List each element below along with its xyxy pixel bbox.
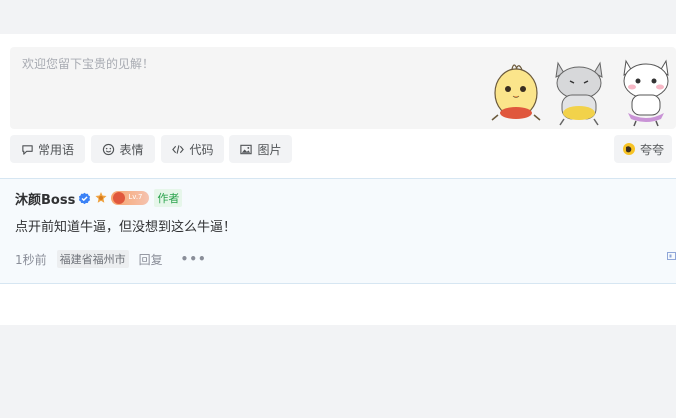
praise-icon: [622, 143, 635, 155]
comment-header: 沐颜Boss Lv.7 作者: [15, 189, 183, 208]
comment-location: 福建省福州市: [56, 250, 129, 268]
side-handle-icon[interactable]: [667, 252, 676, 260]
code-button[interactable]: 代码: [161, 135, 224, 163]
smile-icon: [103, 143, 115, 155]
author-tag: 作者: [154, 189, 183, 207]
comment-time: 1秒前: [15, 252, 47, 267]
emoji-button[interactable]: 表情: [91, 135, 155, 163]
more-options-button[interactable]: •••: [181, 252, 207, 266]
praise-button[interactable]: 夸夸: [614, 135, 672, 163]
editor-placeholder: 欢迎您留下宝贵的见解！: [22, 57, 155, 71]
emoji-label: 表情: [119, 142, 144, 157]
comment-item: 沐颜Boss Lv.7 作者 点开前知道牛逼，但没想到这么牛逼！ 1秒前 福建省…: [0, 178, 676, 284]
chat-bubble-icon: [22, 144, 33, 155]
image-label: 图片: [257, 142, 282, 157]
image-button[interactable]: 图片: [229, 135, 292, 163]
verified-badge-icon: [79, 192, 91, 204]
level-badge-dot: [113, 192, 126, 204]
reply-button[interactable]: 回复: [139, 251, 163, 268]
comment-content: 点开前知道牛逼，但没想到这么牛逼！: [15, 220, 237, 235]
level-badge-text: Lv.7: [128, 193, 143, 201]
common-phrases-button[interactable]: 常用语: [10, 135, 85, 163]
medal-icon: [95, 192, 107, 203]
cat-grey-sticker: [555, 61, 603, 126]
commenter-nickname[interactable]: 沐颜Boss: [15, 189, 75, 208]
praise-label: 夸夸: [639, 142, 664, 157]
sticker-decoration: [480, 51, 676, 127]
comment-editor[interactable]: 欢迎您留下宝贵的见解！: [10, 47, 676, 129]
image-icon: [240, 144, 253, 154]
user-level-badge: Lv.7: [111, 191, 150, 205]
comment-meta: 1秒前 福建省福州市 回复 •••: [15, 250, 207, 268]
code-icon: [172, 144, 185, 154]
common-phrases-label: 常用语: [37, 142, 74, 157]
cat-white-sticker: [623, 59, 669, 127]
chick-sticker: [491, 64, 541, 121]
code-label: 代码: [189, 142, 214, 157]
